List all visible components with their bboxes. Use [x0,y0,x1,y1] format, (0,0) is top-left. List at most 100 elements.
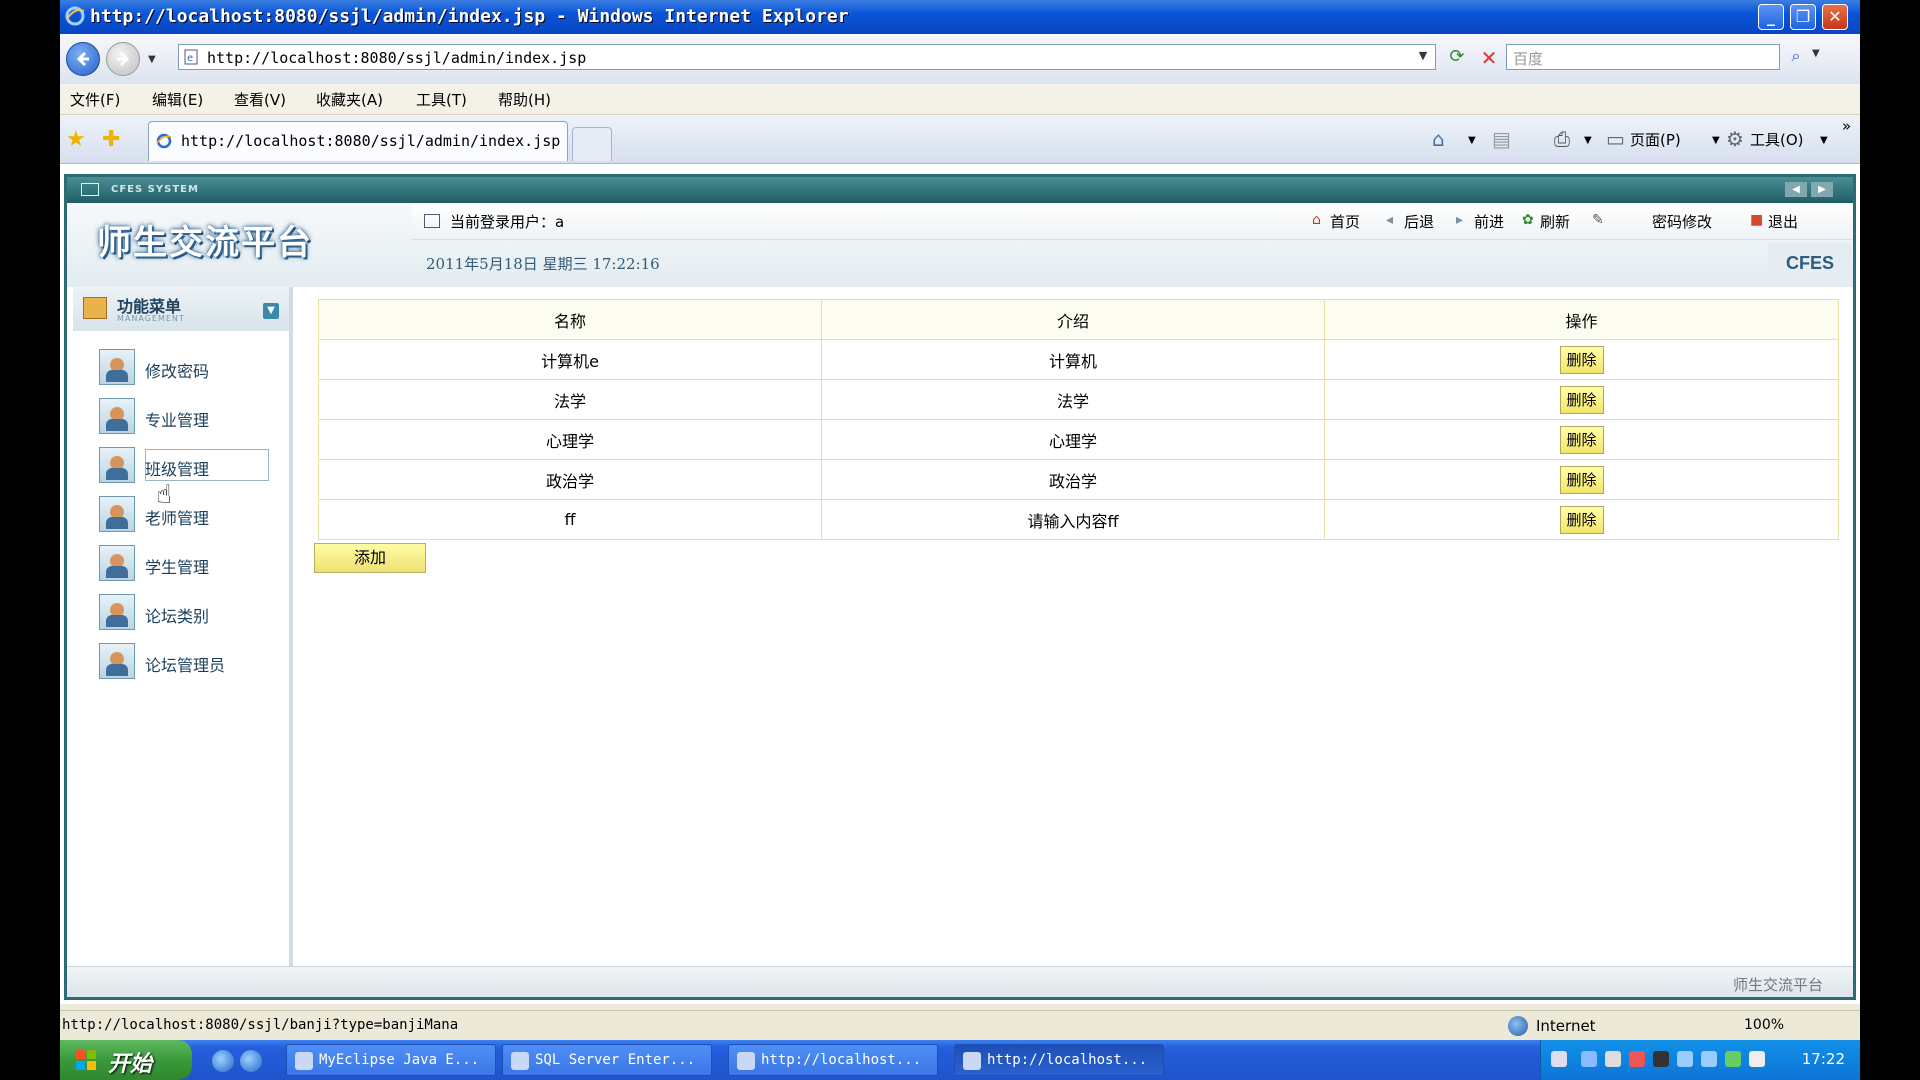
print-icon[interactable]: ⎙ [1554,127,1570,151]
zoom-level[interactable]: 100% [1744,1017,1784,1033]
mouse-cursor-icon: ☝ [156,480,172,510]
task-label: http://localhost... [987,1052,1148,1068]
close-button[interactable]: ✕ [1822,4,1848,30]
volume-icon[interactable] [1749,1051,1765,1067]
history-dropdown-icon[interactable]: ▼ [148,54,156,65]
stop-icon[interactable]: ✕ [1476,46,1502,70]
user-icon [99,594,135,630]
nav-logout[interactable]: 退出 [1768,211,1798,232]
forward-button[interactable] [106,42,140,76]
menu-file[interactable]: 文件(F) [70,89,120,110]
add-button[interactable]: 添加 [314,543,426,573]
ie-quicklaunch-icon[interactable] [212,1050,234,1072]
update-icon[interactable] [1725,1051,1741,1067]
tools-menu[interactable]: 工具(O) [1750,129,1804,150]
chevron-down-icon[interactable]: ▼ [1415,49,1431,65]
task-sqlserver[interactable]: SQL Server Enter... [502,1044,712,1076]
search-options-icon[interactable]: ▼ [1812,48,1824,59]
arrow-left-icon[interactable]: ◀ [1785,182,1807,197]
delete-button[interactable]: 删除 [1559,425,1604,454]
windows-logo-icon [76,1050,96,1070]
tab-bar: ★ ✚ http://localhost:8080/ssjl/admin/ind… [60,115,1860,164]
home-dropdown-icon[interactable]: ▼ [1468,135,1476,146]
ie-quicklaunch-icon-2[interactable] [240,1050,262,1072]
delete-button[interactable]: 删除 [1559,465,1604,494]
table-row: ff 请输入内容ff 删除 [318,499,1839,540]
status-bar: http://localhost:8080/ssjl/banji?type=ba… [60,1010,1860,1041]
sqlserver-icon [511,1052,529,1070]
task-myeclipse[interactable]: MyEclipse Java E... [286,1044,496,1076]
delete-button[interactable]: 删除 [1559,345,1604,374]
current-datetime: 2011年5月18日 星期三 17:22:16 [426,255,660,273]
sidebar-item-change-password[interactable]: 修改密码 [99,349,279,387]
favorites-star-icon[interactable]: ★ [66,127,86,152]
nav-back[interactable]: 后退 [1404,211,1434,232]
task-ie-1[interactable]: http://localhost... [728,1044,938,1076]
table-header-row: 名称 介绍 操作 [318,299,1839,340]
network-icon[interactable] [1605,1051,1621,1067]
qq-icon[interactable] [1653,1051,1669,1067]
tools-dropdown-icon[interactable]: ▼ [1820,135,1828,146]
edit-icon: ✎ [1592,212,1604,228]
sidebar-item-class[interactable]: 班级管理 [99,447,279,485]
back-button[interactable] [66,42,100,76]
chevron-more-icon[interactable]: » [1842,117,1851,135]
security-zone[interactable]: Internet [1536,1017,1596,1035]
page-dropdown-icon[interactable]: ▼ [1712,135,1720,146]
start-button[interactable]: 开始 [60,1040,192,1080]
cell-action: 删除 [1324,499,1839,540]
sidebar-item-forum-category[interactable]: 论坛类别 [99,594,279,632]
new-tab-button[interactable] [572,127,612,161]
column-header-name: 名称 [318,299,822,340]
table-row: 心理学 心理学 删除 [318,419,1839,460]
sidebar-item-student[interactable]: 学生管理 [99,545,279,583]
tab-current[interactable]: http://localhost:8080/ssjl/admin/index.j… [148,121,568,161]
page-menu[interactable]: 页面(P) [1630,129,1681,150]
sidebar-subtitle: MANAGEMENT [117,314,185,323]
menu-tools[interactable]: 工具(T) [416,89,467,110]
cell-intro: 政治学 [821,459,1325,500]
sidebar-item-major[interactable]: 专业管理 [99,398,279,436]
menu-view[interactable]: 查看(V) [234,89,286,110]
minimize-button[interactable]: _ [1758,4,1784,30]
print-dropdown-icon[interactable]: ▼ [1584,135,1592,146]
restore-button[interactable]: ❐ [1790,4,1816,30]
search-input[interactable]: 百度 [1506,44,1780,70]
user-icon [99,349,135,385]
address-field[interactable]: e http://localhost:8080/ssjl/admin/index… [178,44,1436,70]
add-favorite-icon[interactable]: ✚ [102,127,120,152]
menu-bar: 文件(F) 编辑(E) 查看(V) 收藏夹(A) 工具(T) 帮助(H) [60,84,1860,115]
menu-edit[interactable]: 编辑(E) [152,89,203,110]
menu-help[interactable]: 帮助(H) [498,89,551,110]
nav-home[interactable]: 首页 [1330,211,1360,232]
nav-forward[interactable]: 前进 [1474,211,1504,232]
home-icon[interactable]: ⌂ [1432,127,1445,151]
arrow-right-icon[interactable]: ▶ [1811,182,1833,197]
sidebar-item-label: 修改密码 [145,362,210,381]
cell-name: ff [318,499,822,540]
tray-app-icon-2[interactable] [1701,1051,1717,1067]
chevron-left-icon[interactable] [1581,1051,1597,1067]
search-placeholder: 百度 [1513,50,1544,68]
cell-action: 删除 [1324,379,1839,420]
current-user: 当前登录用户：a [450,213,565,231]
delete-button[interactable]: 删除 [1559,385,1604,414]
window-titlebar[interactable]: http://localhost:8080/ssjl/admin/index.j… [60,0,1860,34]
sidebar-item-teacher[interactable]: 老师管理 [99,496,279,534]
clock[interactable]: 17:22 [1802,1050,1845,1068]
cell-name: 政治学 [318,459,822,500]
feeds-icon[interactable]: ▤ [1492,127,1511,151]
sidebar-item-forum-admin[interactable]: 论坛管理员 [99,643,279,681]
search-icon[interactable]: ⌕ [1784,46,1808,68]
nav-refresh[interactable]: 刷新 [1540,211,1570,232]
tray-app-icon[interactable] [1677,1051,1693,1067]
keyboard-icon[interactable] [1551,1051,1567,1067]
delete-button[interactable]: 删除 [1559,505,1604,534]
collapse-icon[interactable]: ▼ [263,303,279,319]
menu-icon [83,297,107,319]
refresh-icon[interactable]: ⟳ [1444,46,1470,70]
sogou-icon[interactable] [1629,1051,1645,1067]
nav-change-password[interactable]: 密码修改 [1652,211,1712,232]
menu-favorites[interactable]: 收藏夹(A) [316,89,383,110]
task-ie-2[interactable]: http://localhost... [954,1044,1164,1076]
